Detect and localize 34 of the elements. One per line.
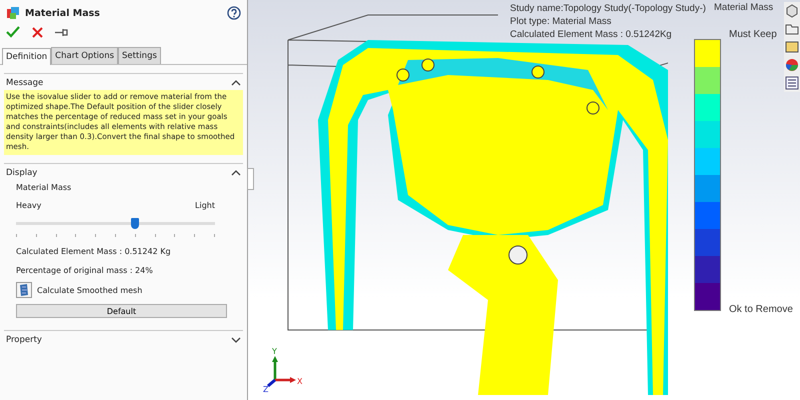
plot-info-text: Plot type: Material Mass (510, 15, 612, 28)
close-icon[interactable] (32, 26, 43, 38)
slider-thumb[interactable] (131, 218, 140, 229)
panel-title: Material Mass (25, 8, 101, 18)
legend-top-label: Must Keep (729, 29, 778, 40)
section-title: Property (6, 335, 42, 345)
appearance-icon[interactable] (785, 58, 799, 72)
smooth-mesh-label[interactable]: Calculate Smoothed mesh (37, 286, 142, 294)
mass-text: Calculated Element Mass : 0.51242 Kg (16, 247, 172, 256)
chevron-icon[interactable] (231, 170, 241, 176)
check-icon[interactable] (6, 26, 20, 38)
slider-min-label: Heavy (16, 201, 42, 210)
legend-bottom-label: Ok to Remove (729, 304, 793, 315)
default-button[interactable]: Default (16, 304, 227, 318)
axis-triad-drawing: Y X Z (262, 346, 304, 392)
chevron-icon[interactable] (231, 337, 241, 343)
pin-icon[interactable] (55, 28, 68, 36)
legend-title: Material Mass (714, 2, 774, 13)
tab[interactable]: Chart Options (51, 47, 118, 64)
chevron-icon[interactable] (231, 80, 241, 86)
list-icon[interactable] (785, 76, 799, 90)
tab[interactable]: Definition (2, 48, 52, 65)
section-title: Display (6, 168, 38, 178)
percentage-text: Percentage of original mass : 24% (16, 266, 154, 275)
panel-collapse-handle[interactable] (247, 168, 254, 190)
mesh-icon[interactable] (16, 282, 32, 298)
plot-info-text: Study name:Topology Study(-Topology Study-) (510, 2, 706, 15)
tab[interactable]: Settings (118, 47, 161, 64)
plot-info-text: Calculated Element Mass : 0.51242Kg (510, 28, 673, 41)
slider-max-label: Light (195, 201, 215, 210)
help-icon[interactable] (227, 6, 241, 20)
slider-title: Material Mass (16, 183, 72, 192)
folder-icon[interactable] (785, 22, 799, 36)
section-title: Message (6, 78, 44, 88)
